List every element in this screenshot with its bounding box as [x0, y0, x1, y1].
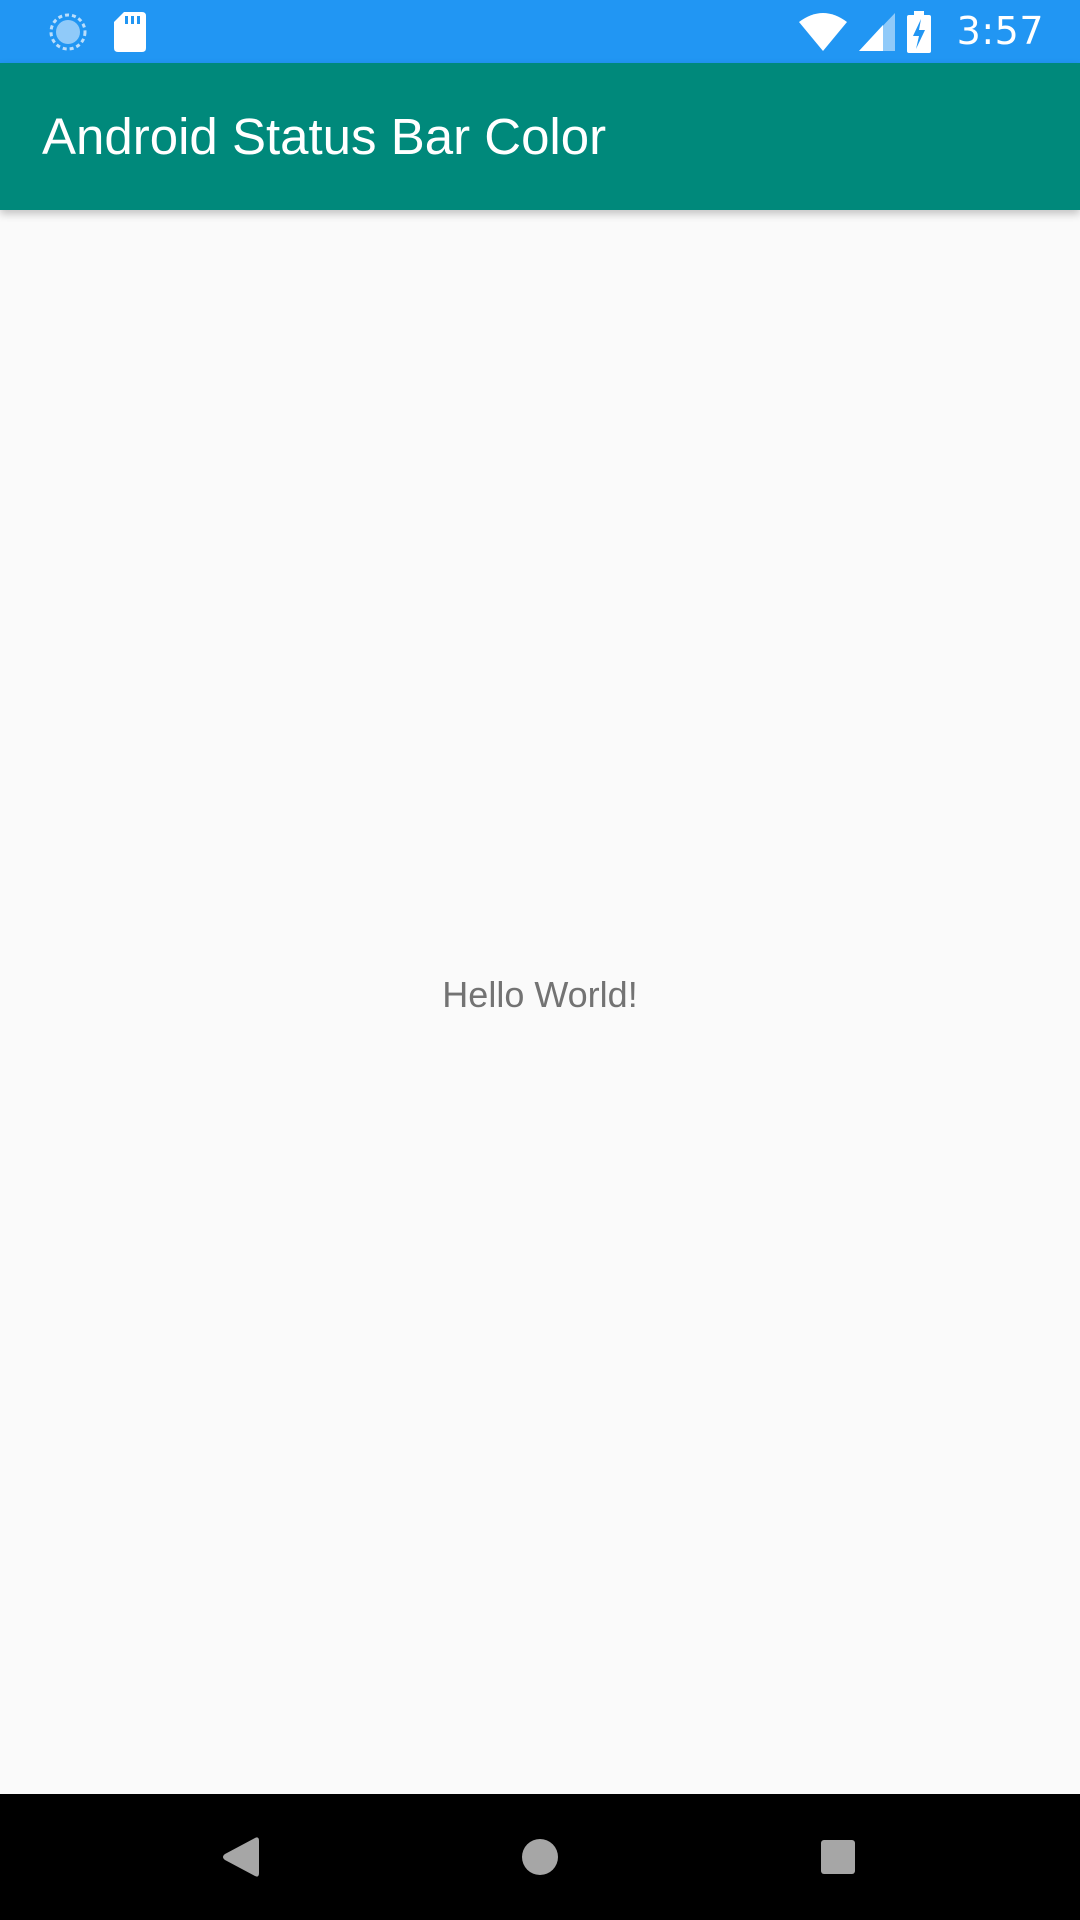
- sync-icon: [49, 13, 87, 50]
- battery-charging-icon: [906, 10, 931, 53]
- navigation-bar: [0, 1794, 1080, 1920]
- recents-button[interactable]: [793, 1812, 883, 1902]
- status-bar: 3:57: [0, 0, 1080, 63]
- app-title: Android Status Bar Color: [42, 108, 607, 165]
- cell-signal-icon: [858, 12, 895, 51]
- back-icon: [223, 1837, 259, 1877]
- wifi-icon: [798, 12, 847, 51]
- hello-world-text: Hello World!: [442, 974, 638, 1015]
- home-button[interactable]: [495, 1812, 585, 1902]
- app-bar: Android Status Bar Color: [0, 63, 1080, 210]
- recents-icon: [821, 1840, 855, 1874]
- main-content: Hello World!: [0, 210, 1080, 1794]
- back-button[interactable]: [196, 1812, 286, 1902]
- status-notification-icons: [48, 10, 146, 53]
- home-icon: [522, 1839, 558, 1875]
- status-time: 3:57: [956, 9, 1044, 53]
- sd-card-icon: [114, 11, 146, 52]
- status-system-icons: 3:57: [798, 8, 1044, 55]
